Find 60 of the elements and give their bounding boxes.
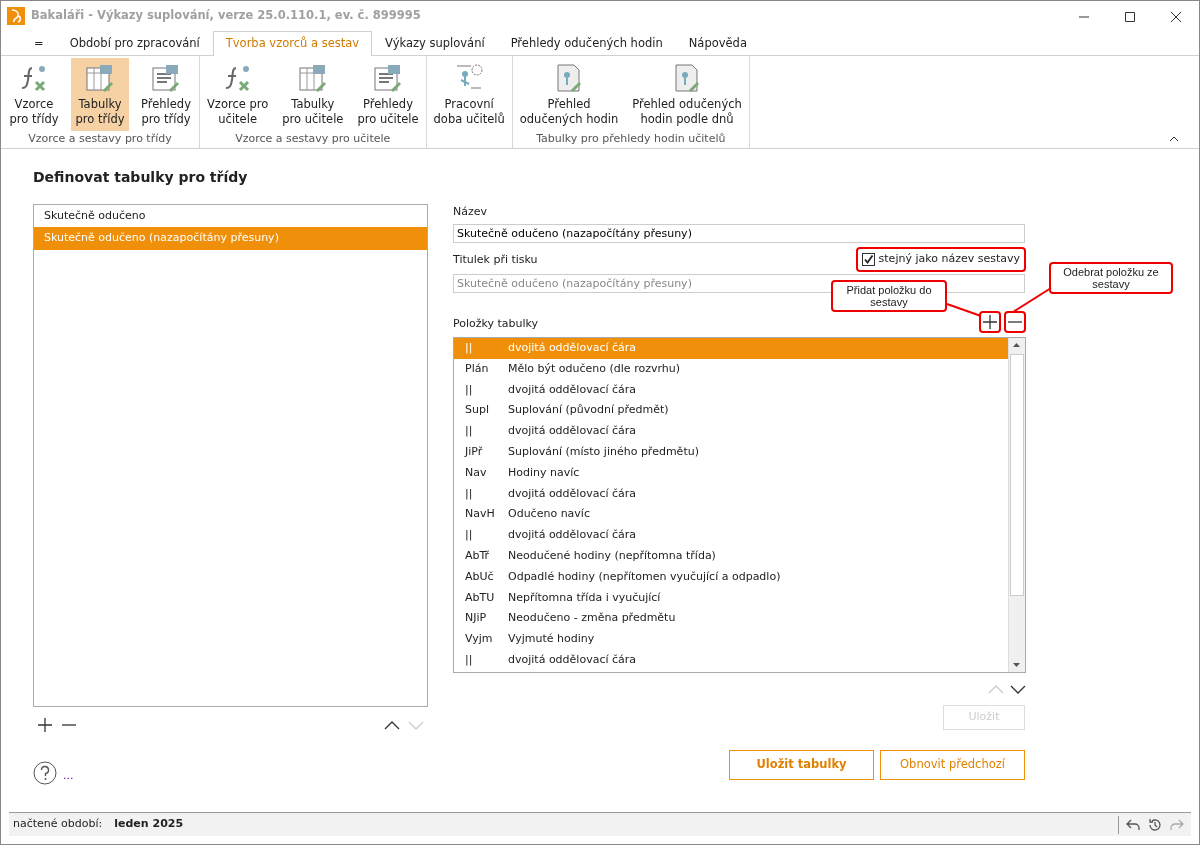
ribbon-group-label: Vzorce a sestavy pro učitele — [234, 131, 392, 147]
app-logo-icon — [7, 7, 25, 25]
ribbon-group-label: Vzorce a sestavy pro třídy — [27, 131, 173, 147]
menu-tab[interactable]: = — [21, 31, 57, 56]
ribbon-button[interactable]: Pracovní doba učitelů — [430, 58, 508, 131]
name-field[interactable]: Skutečně odučeno (nazapočítány přesuny) — [453, 224, 1025, 244]
ribbon-button[interactable]: Přehledy pro třídy — [137, 58, 195, 131]
report-icon — [150, 62, 182, 94]
list-row[interactable]: Vyjm Vyjmuté hodiny — [454, 628, 1008, 650]
ribbon-button[interactable]: Přehledy pro učitele — [354, 58, 422, 131]
more-link[interactable]: ... — [63, 768, 74, 785]
list-item[interactable]: Skutečně odučeno — [34, 204, 427, 228]
add-item-icon[interactable] — [979, 310, 1001, 333]
ribbon-button[interactable]: Vzorce pro učitele — [204, 58, 272, 131]
window-title: Bakaláři - Výkazy suplování, verze 25.0.110.1, ev. č. 899995 — [31, 7, 421, 25]
ribbon-button[interactable]: Vzorce pro třídy — [5, 58, 63, 131]
list-row[interactable]: || dvojitá oddělovací čára — [454, 421, 1008, 442]
list-row[interactable]: AbTU Nepřítomna třída i vyučující — [454, 587, 1008, 609]
ribbon-button[interactable]: Přehled odučených hodin podle dnů — [629, 58, 745, 131]
same-as-name-checkbox[interactable]: stejný jako název sestavy — [855, 247, 1026, 272]
field-label: Název — [453, 203, 489, 220]
remove-item-icon[interactable] — [1004, 310, 1026, 333]
page-title: Definovat tabulky pro třídy — [33, 169, 249, 186]
leader-line — [946, 302, 982, 317]
field-label: Položky tabulky — [453, 316, 539, 333]
list-row[interactable]: NJiP Neodučeno - změna předmětu — [454, 608, 1008, 629]
list-row[interactable]: || dvojitá oddělovací čára — [454, 483, 1008, 505]
status-label: načtené období: — [13, 816, 103, 833]
report-icon — [372, 62, 404, 94]
history-icon[interactable] — [1147, 816, 1163, 833]
menu-tab[interactable]: Výkazy suplování — [372, 31, 498, 56]
menu-tab[interactable]: Nápověda — [675, 31, 760, 56]
table-icon — [296, 62, 329, 94]
help-icon[interactable] — [33, 760, 57, 785]
list-row[interactable]: || dvojitá oddělovací čára — [454, 649, 1008, 671]
checkbox-icon[interactable] — [861, 253, 875, 267]
list-row[interactable]: AbTř Neodučené hodiny (nepřítomna třída) — [454, 545, 1008, 567]
list-row[interactable]: || dvojitá oddělovací čára — [454, 524, 1008, 546]
list-row[interactable]: || dvojitá oddělovací čára — [454, 379, 1008, 401]
list-row[interactable]: JiPř Suplování (místo jiného předmětu) — [454, 441, 1008, 463]
list-row[interactable]: Nav Hodiny navíc — [454, 462, 1008, 484]
menu-tab[interactable]: Přehledy odučených hodin — [497, 31, 676, 56]
leader-line — [1012, 286, 1052, 313]
list-row[interactable]: AbUč Odpadlé hodiny (nepřítomen vyučující a odpadlo) — [454, 566, 1008, 588]
list-row[interactable]: NavH Odučeno navíc — [454, 504, 1008, 525]
list-row[interactable]: Plán Mělo být odučeno (dle rozvrhu) — [454, 358, 1008, 380]
callout: Přidat položku do sestavy — [831, 279, 947, 312]
ribbon-button[interactable]: Tabulky pro učitele — [279, 58, 347, 131]
add-icon[interactable] — [37, 716, 53, 733]
menu-tab[interactable]: Období pro zpracování — [56, 31, 213, 56]
callout: Odebrat položku ze sestavy — [1049, 261, 1173, 294]
ribbon-button[interactable]: Tabulky pro třídy — [71, 58, 129, 131]
field-label: Titulek při tisku — [453, 252, 538, 269]
status-value: leden 2025 — [114, 816, 184, 833]
scrollbar[interactable] — [1008, 337, 1025, 672]
table-icon — [84, 62, 116, 94]
collapse-ribbon-icon[interactable] — [1169, 136, 1179, 142]
list-row[interactable]: Supl Suplování (původní předmět) — [454, 400, 1008, 421]
ribbon-button[interactable]: Přehled odučených hodin — [516, 58, 622, 131]
ribbon-group-label: Tabulky pro přehledy hodin učitelů — [535, 131, 727, 147]
